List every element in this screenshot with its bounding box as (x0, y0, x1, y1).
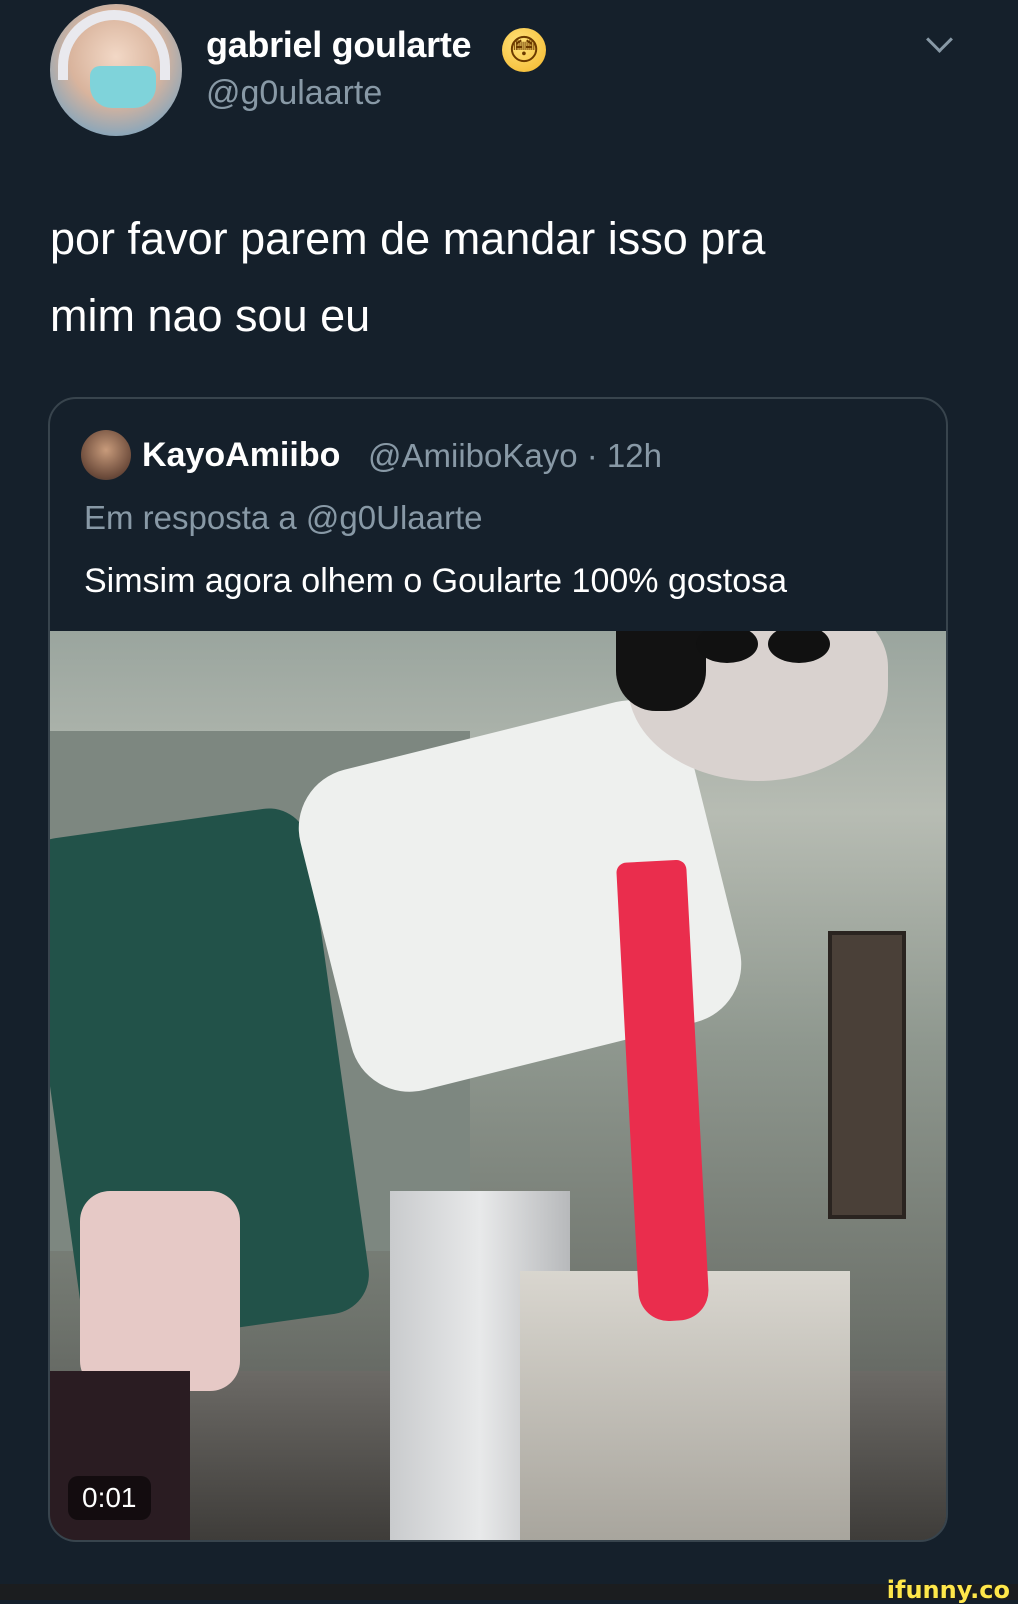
quoted-author-display-name: KayoAmiibo (142, 436, 341, 474)
watermark-text: ifunny.co (886, 1576, 1010, 1604)
author-avatar[interactable] (50, 4, 182, 136)
video-timestamp: 0:01 (68, 1476, 151, 1520)
avatar-mask (90, 66, 156, 108)
quoted-video[interactable]: 0:01 (50, 631, 946, 1540)
video-hair (616, 631, 706, 711)
quoted-author-handle-time: @AmiiboKayo · 12h (368, 437, 662, 474)
video-door (828, 931, 906, 1219)
video-sunglasses (696, 631, 846, 665)
quoted-author-avatar (81, 430, 131, 480)
tweet-text-line-2: mim nao sou eu (50, 290, 371, 341)
quoted-reply-context: Em resposta a @g0Ulaarte (84, 499, 483, 536)
tweet-text-line-1: por favor parem de mandar isso pra (50, 213, 766, 264)
quoted-tweet-text: Simsim agora olhem o Goularte 100% gosto… (84, 562, 788, 600)
video-legs (80, 1191, 240, 1391)
quoted-tweet-card[interactable]: KayoAmiibo @AmiiboKayo · 12h Em resposta… (48, 397, 948, 1542)
tweet-text: por favor parem de mandar isso pra mim n… (50, 200, 950, 354)
author-handle[interactable]: @g0ulaarte (206, 74, 382, 113)
chevron-down-icon[interactable] (926, 26, 953, 53)
flushed-face-emoji-icon: 😳 (502, 28, 546, 72)
watermark-bar (0, 1584, 1018, 1600)
author-display-name[interactable]: gabriel goularte (206, 24, 472, 66)
